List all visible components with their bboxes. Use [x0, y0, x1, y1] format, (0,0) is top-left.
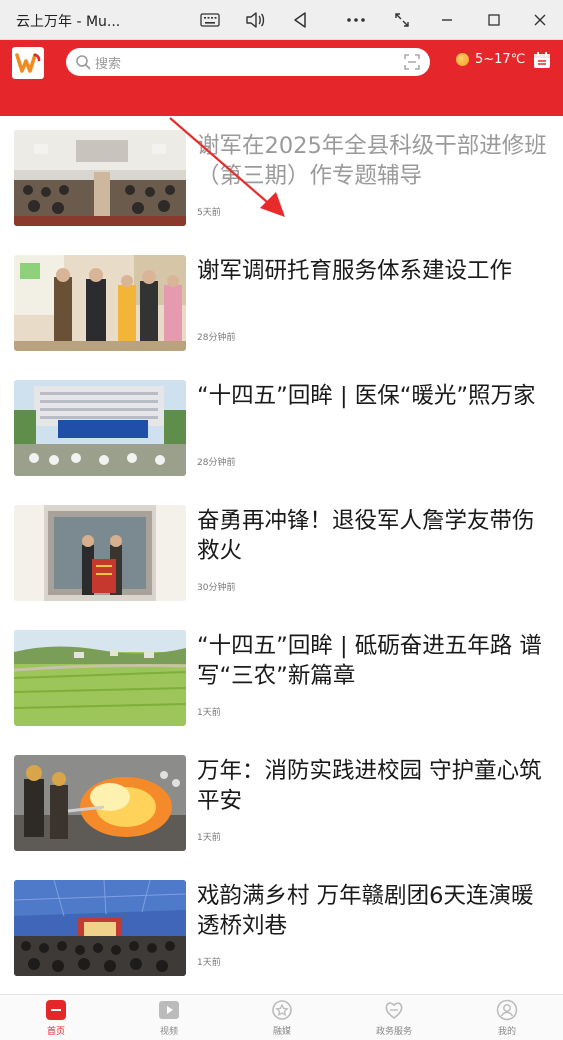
news-item[interactable]: 谢军在2025年全县科级干部进修班（第三期）作专题辅导 5天前	[0, 116, 563, 241]
video-icon	[158, 999, 180, 1021]
scan-icon[interactable]	[404, 54, 420, 74]
news-item[interactable]: 万年：消防实践进校园 守护童心筑平安 1天前	[0, 741, 563, 866]
search-placeholder: 搜索	[95, 57, 122, 72]
news-time: 5天前	[197, 208, 221, 218]
news-thumbnail	[14, 380, 186, 476]
bottom-tab-video[interactable]: 视频	[129, 999, 209, 1037]
news-thumbnail	[14, 880, 186, 976]
media-icon	[271, 999, 293, 1021]
news-time: 28分钟前	[197, 333, 236, 343]
resize-icon[interactable]	[387, 6, 417, 34]
maximize-icon[interactable]	[479, 6, 509, 34]
news-thumbnail	[14, 630, 186, 726]
news-title: 谢军调研托育服务体系建设工作	[197, 258, 513, 284]
close-icon[interactable]	[525, 6, 555, 34]
search-icon	[75, 54, 91, 74]
news-item[interactable]: 奋勇再冲锋！退役军人詹学友带伤救火 30分钟前	[0, 491, 563, 616]
news-time: 1天前	[197, 708, 221, 718]
bottom-tab-label: 政务服务	[375, 1027, 412, 1037]
news-thumbnail	[14, 755, 186, 851]
news-time: 1天前	[197, 958, 221, 968]
news-title: 奋勇再冲锋！退役军人詹学友带伤救火	[197, 508, 535, 564]
bottom-tab-media[interactable]: 融媒	[242, 999, 322, 1037]
news-time: 30分钟前	[197, 583, 236, 593]
search-bar[interactable]: 搜索	[66, 48, 430, 76]
home-icon	[45, 999, 67, 1021]
news-title: 万年：消防实践进校园 守护童心筑平安	[197, 758, 542, 814]
profile-icon	[496, 999, 518, 1021]
bottom-tab-home[interactable]: 首页	[16, 999, 96, 1037]
weather-temp: 5~17℃	[475, 52, 526, 67]
bottom-tab-gov-service[interactable]: 政务服务	[354, 999, 434, 1037]
app-logo-icon[interactable]	[12, 47, 44, 79]
news-title: 戏韵满乡村 万年赣剧团6天连演暖透桥刘巷	[197, 883, 534, 939]
keyboard-icon[interactable]	[195, 6, 225, 34]
volume-icon[interactable]	[240, 6, 270, 34]
news-thumbnail	[14, 255, 186, 351]
window-titlebar: 云上万年 - Mu...	[0, 0, 563, 40]
news-thumbnail	[14, 505, 186, 601]
news-item[interactable]: “十四五”回眸 | 医保“暖光”照万家 28分钟前	[0, 366, 563, 491]
bottom-tab-bar: 首页 视频 融媒 政务服务 我的	[0, 994, 563, 1040]
news-time: 1天前	[197, 833, 221, 843]
news-item[interactable]: 戏韵满乡村 万年赣剧团6天连演暖透桥刘巷 1天前	[0, 866, 563, 991]
more-icon[interactable]	[341, 6, 371, 34]
news-title: “十四五”回眸 | 砥砺奋进五年路 谱写“三农”新篇章	[197, 633, 542, 689]
bottom-tab-profile[interactable]: 我的	[467, 999, 547, 1037]
bottom-tab-label: 首页	[46, 1027, 65, 1037]
news-item[interactable]: 谢军调研托育服务体系建设工作 28分钟前	[0, 241, 563, 366]
calendar-icon[interactable]	[533, 51, 551, 69]
bottom-tab-label: 视频	[159, 1027, 178, 1037]
gov-service-icon	[383, 999, 405, 1021]
weather-widget[interactable]: 5~17℃	[456, 52, 525, 67]
back-icon[interactable]	[285, 6, 315, 34]
news-item[interactable]: “十四五”回眸 | 砥砺奋进五年路 谱写“三农”新篇章 1天前	[0, 616, 563, 741]
bottom-tab-label: 我的	[497, 1027, 516, 1037]
window-title: 云上万年 - Mu...	[16, 14, 121, 30]
news-time: 28分钟前	[197, 458, 236, 468]
news-thumbnail	[14, 130, 186, 226]
app-header: 搜索 5~17℃ 推荐 本地 乡镇 部门 公告 风采 文明实践 文苑 学校 要闻…	[0, 40, 563, 155]
bottom-tab-label: 融媒	[272, 1027, 291, 1037]
sun-icon	[456, 53, 469, 66]
news-title: “十四五”回眸 | 医保“暖光”照万家	[197, 383, 536, 409]
minimize-icon[interactable]	[432, 6, 462, 34]
news-title: 谢军在2025年全县科级干部进修班（第三期）作专题辅导	[197, 133, 547, 189]
